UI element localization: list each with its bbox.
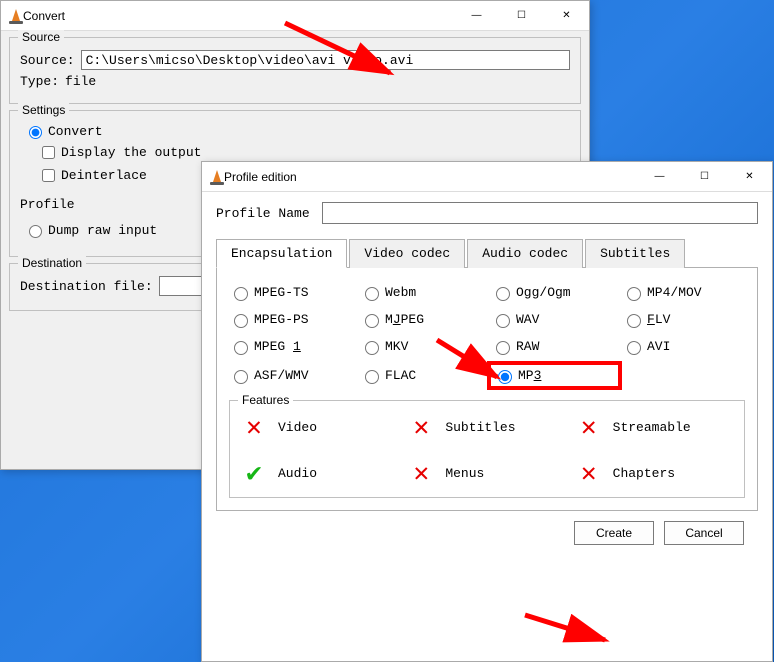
check-icon: ✔ — [240, 459, 268, 487]
cross-icon: ✕ — [575, 413, 603, 441]
profile-window: Profile edition — ☐ ✕ Profile Name Encap… — [201, 161, 773, 662]
profile-name-label: Profile Name — [216, 206, 316, 221]
cross-icon: ✕ — [240, 413, 268, 441]
close-button[interactable]: ✕ — [544, 1, 589, 31]
opt-flv[interactable]: FLV — [622, 311, 745, 328]
display-output-input[interactable] — [42, 146, 55, 159]
feature-menus: ✕Menus — [407, 459, 566, 487]
convert-radio-input[interactable] — [29, 126, 42, 139]
feature-streamable: ✕Streamable — [575, 413, 734, 441]
tab-content: MPEG-TS Webm Ogg/Ogm MP4/MOV MPEG-PS MJP… — [216, 268, 758, 511]
minimize-button[interactable]: — — [454, 1, 499, 31]
type-value: file — [65, 74, 96, 89]
opt-mjpeg[interactable]: MJPEG — [360, 311, 483, 328]
opt-mp4[interactable]: MP4/MOV — [622, 284, 745, 301]
settings-group-title: Settings — [18, 103, 69, 117]
maximize-button[interactable]: ☐ — [499, 1, 544, 31]
profile-title: Profile edition — [224, 170, 637, 184]
opt-avi[interactable]: AVI — [622, 338, 745, 355]
opt-wav[interactable]: WAV — [491, 311, 614, 328]
tab-encapsulation[interactable]: Encapsulation — [216, 239, 347, 268]
cancel-button[interactable]: Cancel — [664, 521, 744, 545]
tabs: Encapsulation Video codec Audio codec Su… — [216, 238, 758, 268]
features-title: Features — [238, 393, 293, 407]
destination-label: Destination file: — [20, 279, 153, 294]
profile-titlebar: Profile edition — ☐ ✕ — [202, 162, 772, 192]
vlc-cone-icon — [210, 170, 224, 184]
convert-titlebar: Convert — ☐ ✕ — [1, 1, 589, 31]
opt-asf[interactable]: ASF/WMV — [229, 365, 352, 386]
tab-video-codec[interactable]: Video codec — [349, 239, 465, 268]
destination-group-title: Destination — [18, 256, 86, 270]
source-group-title: Source — [18, 30, 64, 44]
maximize-button[interactable]: ☐ — [682, 162, 727, 192]
dump-raw-input[interactable] — [29, 225, 42, 238]
opt-webm[interactable]: Webm — [360, 284, 483, 301]
cross-icon: ✕ — [407, 413, 435, 441]
source-group: Source Source: Type: file — [9, 37, 581, 104]
tab-subtitles[interactable]: Subtitles — [585, 239, 685, 268]
profile-name-input[interactable] — [322, 202, 758, 224]
cross-icon: ✕ — [407, 459, 435, 487]
opt-raw[interactable]: RAW — [491, 338, 614, 355]
source-input[interactable] — [81, 50, 570, 70]
convert-title: Convert — [23, 9, 454, 23]
source-label: Source: — [20, 53, 75, 68]
opt-mpeg-ts[interactable]: MPEG-TS — [229, 284, 352, 301]
convert-radio[interactable]: Convert — [24, 123, 570, 139]
display-output-checkbox[interactable]: Display the output — [38, 143, 570, 162]
opt-mkv[interactable]: MKV — [360, 338, 483, 355]
opt-mpeg-1[interactable]: MPEG 1 — [229, 338, 352, 355]
vlc-cone-icon — [9, 9, 23, 23]
deinterlace-input[interactable] — [42, 169, 55, 182]
minimize-button[interactable]: — — [637, 162, 682, 192]
features-group: Features ✕Video ✕Subtitles ✕Streamable ✔… — [229, 400, 745, 498]
type-label: Type: — [20, 74, 59, 89]
desktop-background — [0, 477, 201, 662]
opt-mpeg-ps[interactable]: MPEG-PS — [229, 311, 352, 328]
feature-subtitles: ✕Subtitles — [407, 413, 566, 441]
cross-icon: ✕ — [575, 459, 603, 487]
feature-chapters: ✕Chapters — [575, 459, 734, 487]
close-button[interactable]: ✕ — [727, 162, 772, 192]
opt-ogg[interactable]: Ogg/Ogm — [491, 284, 614, 301]
tab-audio-codec[interactable]: Audio codec — [467, 239, 583, 268]
opt-mp3[interactable]: MP3 — [487, 361, 622, 390]
feature-audio: ✔Audio — [240, 459, 399, 487]
opt-flac[interactable]: FLAC — [360, 365, 483, 386]
feature-video: ✕Video — [240, 413, 399, 441]
create-button[interactable]: Create — [574, 521, 654, 545]
